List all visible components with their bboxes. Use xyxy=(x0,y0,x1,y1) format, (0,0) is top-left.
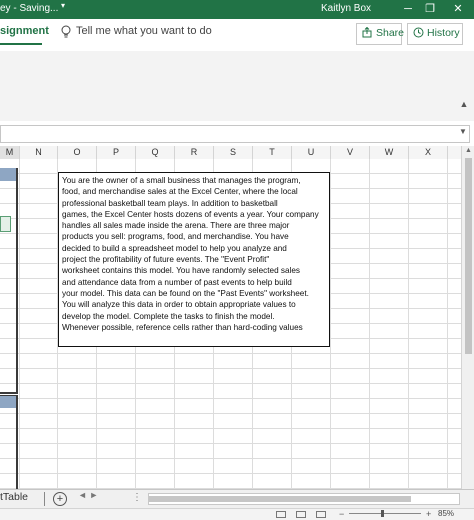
sheet-tab-bar: tTable + ◄ ► ⋮ xyxy=(0,489,474,509)
add-sheet-icon[interactable]: + xyxy=(53,492,67,506)
column-headers: M N O P Q R S T U V W X xyxy=(0,146,474,160)
textbox-line: You are the owner of a small business th… xyxy=(62,176,301,185)
close-icon[interactable]: ✕ xyxy=(448,1,468,17)
textbox-line: develop the model. Complete the tasks to… xyxy=(62,311,275,321)
column-header-t[interactable]: T xyxy=(253,146,292,159)
minimize-icon[interactable]: ─ xyxy=(398,1,418,17)
scroll-up-icon[interactable]: ▲ xyxy=(465,147,472,154)
zoom-level[interactable]: 85% xyxy=(438,509,454,519)
column-header-u[interactable]: U xyxy=(292,146,331,159)
share-button[interactable]: Share xyxy=(356,23,405,45)
column-header-v[interactable]: V xyxy=(331,146,370,159)
column-header-p[interactable]: P xyxy=(97,146,136,159)
vertical-scroll-thumb[interactable] xyxy=(465,158,472,354)
formula-bar: ▼ xyxy=(0,121,474,147)
textbox-line: your model. This data can be found on th… xyxy=(62,288,309,298)
textbox-line: project the profitability of future even… xyxy=(62,255,270,265)
title-dropdown-icon[interactable]: ▾ xyxy=(61,1,65,10)
lightbulb-icon xyxy=(61,25,71,38)
textbox-line: decided to build a spreadsheet model to … xyxy=(62,243,287,253)
collapse-ribbon-icon[interactable]: ▲ xyxy=(458,99,470,111)
textbox-line: professional basketball team plays. In a… xyxy=(62,198,278,208)
column-header-w[interactable]: W xyxy=(370,146,409,159)
document-title: ey - Saving... xyxy=(0,3,59,14)
zoom-in-icon[interactable]: + xyxy=(426,509,431,519)
title-bar: ey - Saving... ▾ Kaitlyn Box ─ ❐ ✕ xyxy=(0,0,474,19)
column-header-x[interactable]: X xyxy=(409,146,448,159)
tab-scroll-icon[interactable]: ◄ ► xyxy=(78,490,98,500)
history-icon xyxy=(413,27,424,38)
textbox-line: You will analyze this data in order to o… xyxy=(62,300,296,310)
user-name[interactable]: Kaitlyn Box xyxy=(321,3,371,14)
column-header-r[interactable]: R xyxy=(175,146,214,159)
tell-me-placeholder[interactable]: Tell me what you want to do xyxy=(76,25,212,37)
column-header-s[interactable]: S xyxy=(214,146,253,159)
zoom-out-icon[interactable]: − xyxy=(339,509,344,519)
history-button[interactable]: History xyxy=(407,23,463,45)
selected-cell[interactable] xyxy=(0,216,11,232)
textbox-line: products you sell: programs, food, and m… xyxy=(62,232,289,242)
textbox-line: handles all sales made inside the arena.… xyxy=(62,221,290,231)
table-border xyxy=(0,168,18,394)
textbox-line: food, and merchandise sales at the Excel… xyxy=(62,187,298,197)
page-layout-view-icon[interactable] xyxy=(296,511,306,518)
textbox-line: games, the Excel Center hosts dozens of … xyxy=(62,209,319,219)
textbox-line: worksheet contains this model. You have … xyxy=(62,266,301,276)
restore-icon[interactable]: ❐ xyxy=(420,1,440,17)
history-label: History xyxy=(427,27,460,39)
tab-assignment[interactable]: signment xyxy=(0,25,49,37)
sheet-tab[interactable]: tTable xyxy=(0,491,28,503)
textbox-line: and attendance data from a number of pas… xyxy=(62,277,292,287)
horizontal-scroll-thumb[interactable] xyxy=(149,496,411,502)
vertical-scrollbar[interactable]: ▲ xyxy=(461,146,474,489)
zoom-slider[interactable] xyxy=(349,513,421,514)
share-icon xyxy=(362,27,372,38)
expand-formula-bar-icon[interactable]: ▼ xyxy=(459,127,467,136)
column-header-m[interactable]: M xyxy=(0,146,20,159)
table-header-strip-2 xyxy=(0,395,18,408)
normal-view-icon[interactable] xyxy=(276,511,286,518)
zoom-slider-thumb[interactable] xyxy=(381,510,384,517)
horizontal-scrollbar[interactable] xyxy=(148,493,460,505)
column-header-o[interactable]: O xyxy=(58,146,97,159)
status-bar: − + 85% xyxy=(0,508,474,520)
textbox-line: Whenever possible, reference cells rathe… xyxy=(62,322,303,332)
more-options-icon[interactable]: ⋮ xyxy=(132,492,142,503)
ribbon-tabs: signment Tell me what you want to do Sha… xyxy=(0,19,474,52)
share-label: Share xyxy=(376,27,405,39)
tab-divider xyxy=(44,492,45,506)
formula-input[interactable] xyxy=(0,125,470,143)
ribbon-toolbar: ▲ xyxy=(0,51,474,121)
page-break-view-icon[interactable] xyxy=(316,511,326,518)
instructions-textbox[interactable]: You are the owner of a small business th… xyxy=(58,172,330,347)
table-border-2 xyxy=(0,408,18,489)
column-header-q[interactable]: Q xyxy=(136,146,175,159)
worksheet-grid[interactable]: You are the owner of a small business th… xyxy=(0,159,461,489)
column-header-n[interactable]: N xyxy=(20,146,58,159)
active-tab-indicator xyxy=(0,43,42,45)
